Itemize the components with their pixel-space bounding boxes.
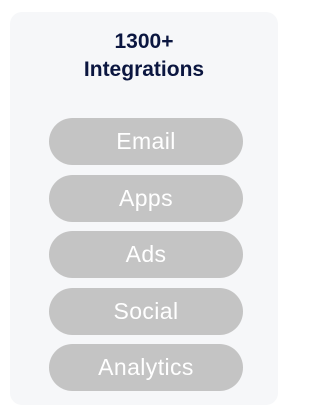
integrations-count: 1300+: [114, 30, 174, 53]
integrations-label: Integrations: [83, 58, 205, 81]
integrations-heading: 1300+ Integrations: [10, 28, 278, 84]
category-pill-email[interactable]: Email: [49, 118, 243, 165]
category-list: Email Apps Ads Social Analytics: [49, 118, 243, 401]
category-pill-social[interactable]: Social: [49, 287, 243, 335]
category-pill-apps[interactable]: Apps: [49, 174, 243, 222]
category-pill-analytics[interactable]: Analytics: [49, 344, 243, 391]
category-pill-ads[interactable]: Ads: [49, 231, 243, 278]
integrations-card: 1300+ Integrations Email Apps Ads Social…: [10, 12, 278, 405]
